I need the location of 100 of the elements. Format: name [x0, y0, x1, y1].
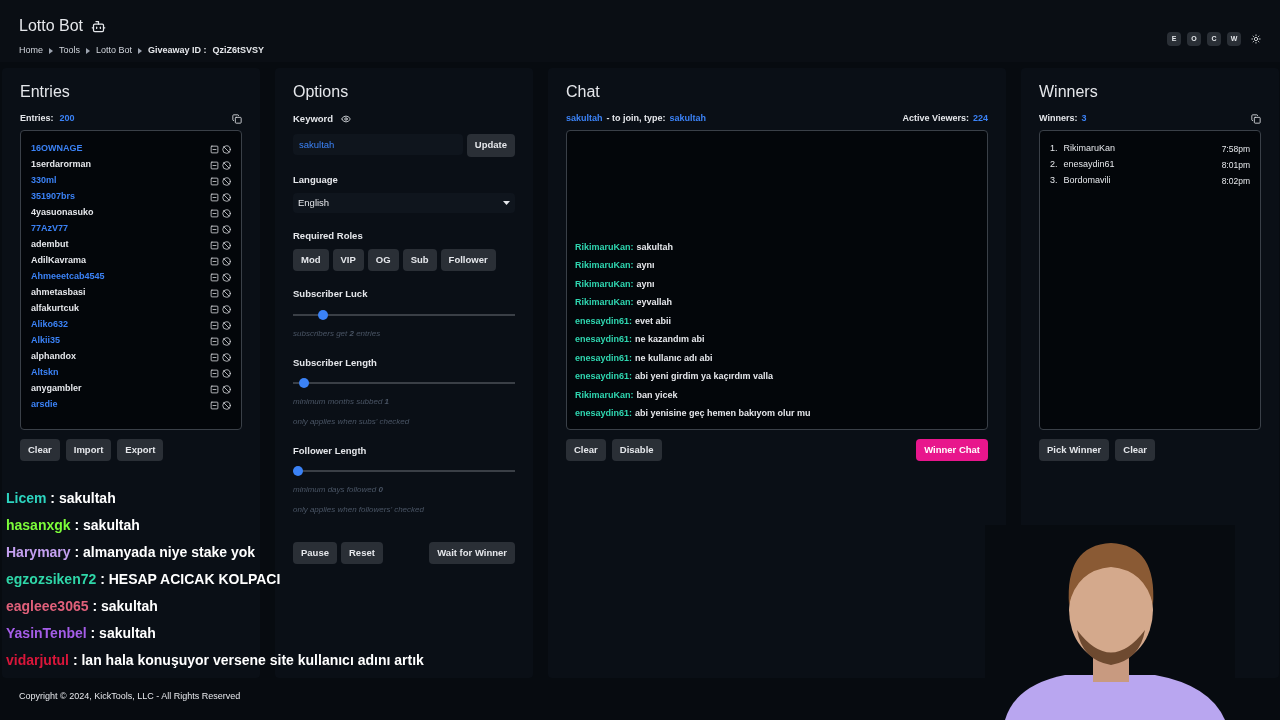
ban-icon[interactable]	[222, 336, 231, 346]
winner-rank: 1.	[1050, 142, 1058, 156]
eye-icon[interactable]	[341, 114, 352, 125]
remove-icon[interactable]	[210, 336, 219, 346]
entry-name: adembut	[31, 238, 69, 252]
language-select[interactable]: English	[293, 192, 515, 213]
giveaway-label: Giveaway ID :	[148, 44, 207, 57]
role-toggle[interactable]: Mod	[293, 249, 329, 272]
stream-chat-message: : lan hala konuşuyor versene site kullanıcı adını artık	[72, 652, 424, 668]
ban-icon[interactable]	[222, 288, 231, 298]
robot-icon	[91, 18, 107, 34]
slider[interactable]	[293, 466, 515, 476]
slider[interactable]	[293, 377, 515, 388]
stream-chat-message: : almanyada niye stake yok	[74, 544, 256, 560]
ban-icon[interactable]	[222, 320, 231, 330]
remove-icon[interactable]	[210, 224, 219, 234]
winners-button[interactable]: Pick Winner	[1039, 438, 1110, 461]
winners-label: Winners:	[1039, 112, 1078, 125]
update-button[interactable]: Update	[466, 134, 515, 157]
breadcrumb-link[interactable]: Home	[19, 44, 43, 58]
chat-button[interactable]: Disable	[611, 438, 662, 461]
chat-message: aynı	[636, 259, 655, 272]
entry-name: alfakurtcuk	[31, 302, 80, 316]
entries-button[interactable]: Clear	[20, 438, 60, 461]
copy-icon[interactable]	[232, 113, 242, 124]
remove-icon[interactable]	[210, 384, 219, 394]
ban-icon[interactable]	[222, 208, 231, 218]
ban-icon[interactable]	[222, 304, 231, 314]
entry-name: 77AzV77	[31, 222, 69, 236]
slider-note: minimum months subbed 1	[293, 395, 391, 408]
chat-message: eyvallah	[636, 296, 673, 309]
entry-name: 4yasuonasuko	[31, 206, 94, 220]
winner-chat-button[interactable]: Winner Chat	[916, 438, 988, 461]
copy-icon[interactable]	[1251, 113, 1261, 124]
remove-icon[interactable]	[210, 144, 219, 154]
chat-button[interactable]: Clear	[566, 438, 606, 461]
slider-thumb[interactable]	[293, 466, 303, 476]
ban-icon[interactable]	[222, 256, 231, 266]
remove-icon[interactable]	[210, 240, 219, 250]
ban-icon[interactable]	[222, 144, 231, 154]
ban-icon[interactable]	[222, 240, 231, 250]
entries-button[interactable]: Export	[117, 438, 164, 461]
stream-chat-message: : HESAP ACICAK KOLPACI	[100, 571, 281, 587]
role-toggle[interactable]: Follower	[440, 249, 496, 272]
panel-title: Options	[293, 82, 350, 102]
ban-icon[interactable]	[222, 368, 231, 378]
stream-chat-user: vidarjutul	[6, 652, 69, 668]
role-toggle[interactable]: OG	[367, 249, 399, 272]
keyword-field[interactable]: sakultah	[293, 134, 463, 156]
remove-icon[interactable]	[210, 352, 219, 362]
ban-icon[interactable]	[222, 352, 231, 362]
stream-chat-user: Licem	[6, 490, 47, 506]
ban-icon[interactable]	[222, 384, 231, 394]
entry-name: arsdie	[31, 398, 58, 412]
remove-icon[interactable]	[210, 176, 219, 186]
chat-keyword: sakultah	[566, 112, 603, 125]
role-toggle[interactable]: VIP	[332, 249, 364, 272]
ban-icon[interactable]	[222, 176, 231, 186]
control-button[interactable]: Reset	[341, 542, 383, 565]
entry-name: Aliko632	[31, 318, 69, 332]
slider-note: only applies when subs' checked	[293, 415, 411, 428]
chat-message: abi yeni girdim ya kaçırdım valla	[635, 370, 774, 383]
remove-icon[interactable]	[210, 208, 219, 218]
entry-name: Altskn	[31, 366, 59, 380]
remove-icon[interactable]	[210, 256, 219, 266]
theme-sun-icon[interactable]	[1251, 34, 1261, 44]
slider-thumb[interactable]	[318, 309, 329, 320]
entry-name: Alkii35	[31, 334, 61, 348]
remove-icon[interactable]	[210, 400, 219, 410]
role-toggle[interactable]: Sub	[402, 249, 437, 272]
ban-icon[interactable]	[222, 400, 231, 410]
ban-icon[interactable]	[222, 192, 231, 202]
slider-label: Follower Length	[293, 443, 368, 458]
giveaway-id: QziZ6tSVSY	[212, 44, 265, 57]
remove-icon[interactable]	[210, 304, 219, 314]
control-button[interactable]: Pause	[293, 542, 337, 565]
chat-message: ne kullanıc adı abi	[635, 351, 713, 365]
remove-icon[interactable]	[210, 192, 219, 202]
entries-label: Entries:	[20, 112, 54, 125]
slider-thumb[interactable]	[299, 377, 310, 388]
winners-button[interactable]: Clear	[1115, 438, 1156, 461]
remove-icon[interactable]	[210, 368, 219, 378]
remove-icon[interactable]	[210, 272, 219, 282]
remove-icon[interactable]	[210, 288, 219, 298]
ban-icon[interactable]	[222, 272, 231, 282]
entry-name: anygambler	[31, 382, 82, 396]
breadcrumb-link[interactable]: Tools	[59, 44, 81, 58]
ban-icon[interactable]	[222, 160, 231, 170]
join-keyword: sakultah	[669, 112, 707, 125]
entries-button[interactable]: Import	[65, 438, 112, 461]
remove-icon[interactable]	[210, 320, 219, 330]
ban-icon[interactable]	[222, 224, 231, 234]
stream-chat-message: : sakultah	[92, 598, 158, 614]
slider[interactable]	[293, 309, 515, 320]
remove-icon[interactable]	[210, 160, 219, 170]
stream-chat-message: : sakultah	[50, 490, 116, 506]
join-text: - to join, type:	[606, 112, 666, 125]
chevron-icon	[138, 47, 143, 54]
breadcrumb-link[interactable]: Lotto Bot	[96, 44, 133, 58]
wait-button[interactable]: Wait for Winner	[429, 542, 515, 565]
